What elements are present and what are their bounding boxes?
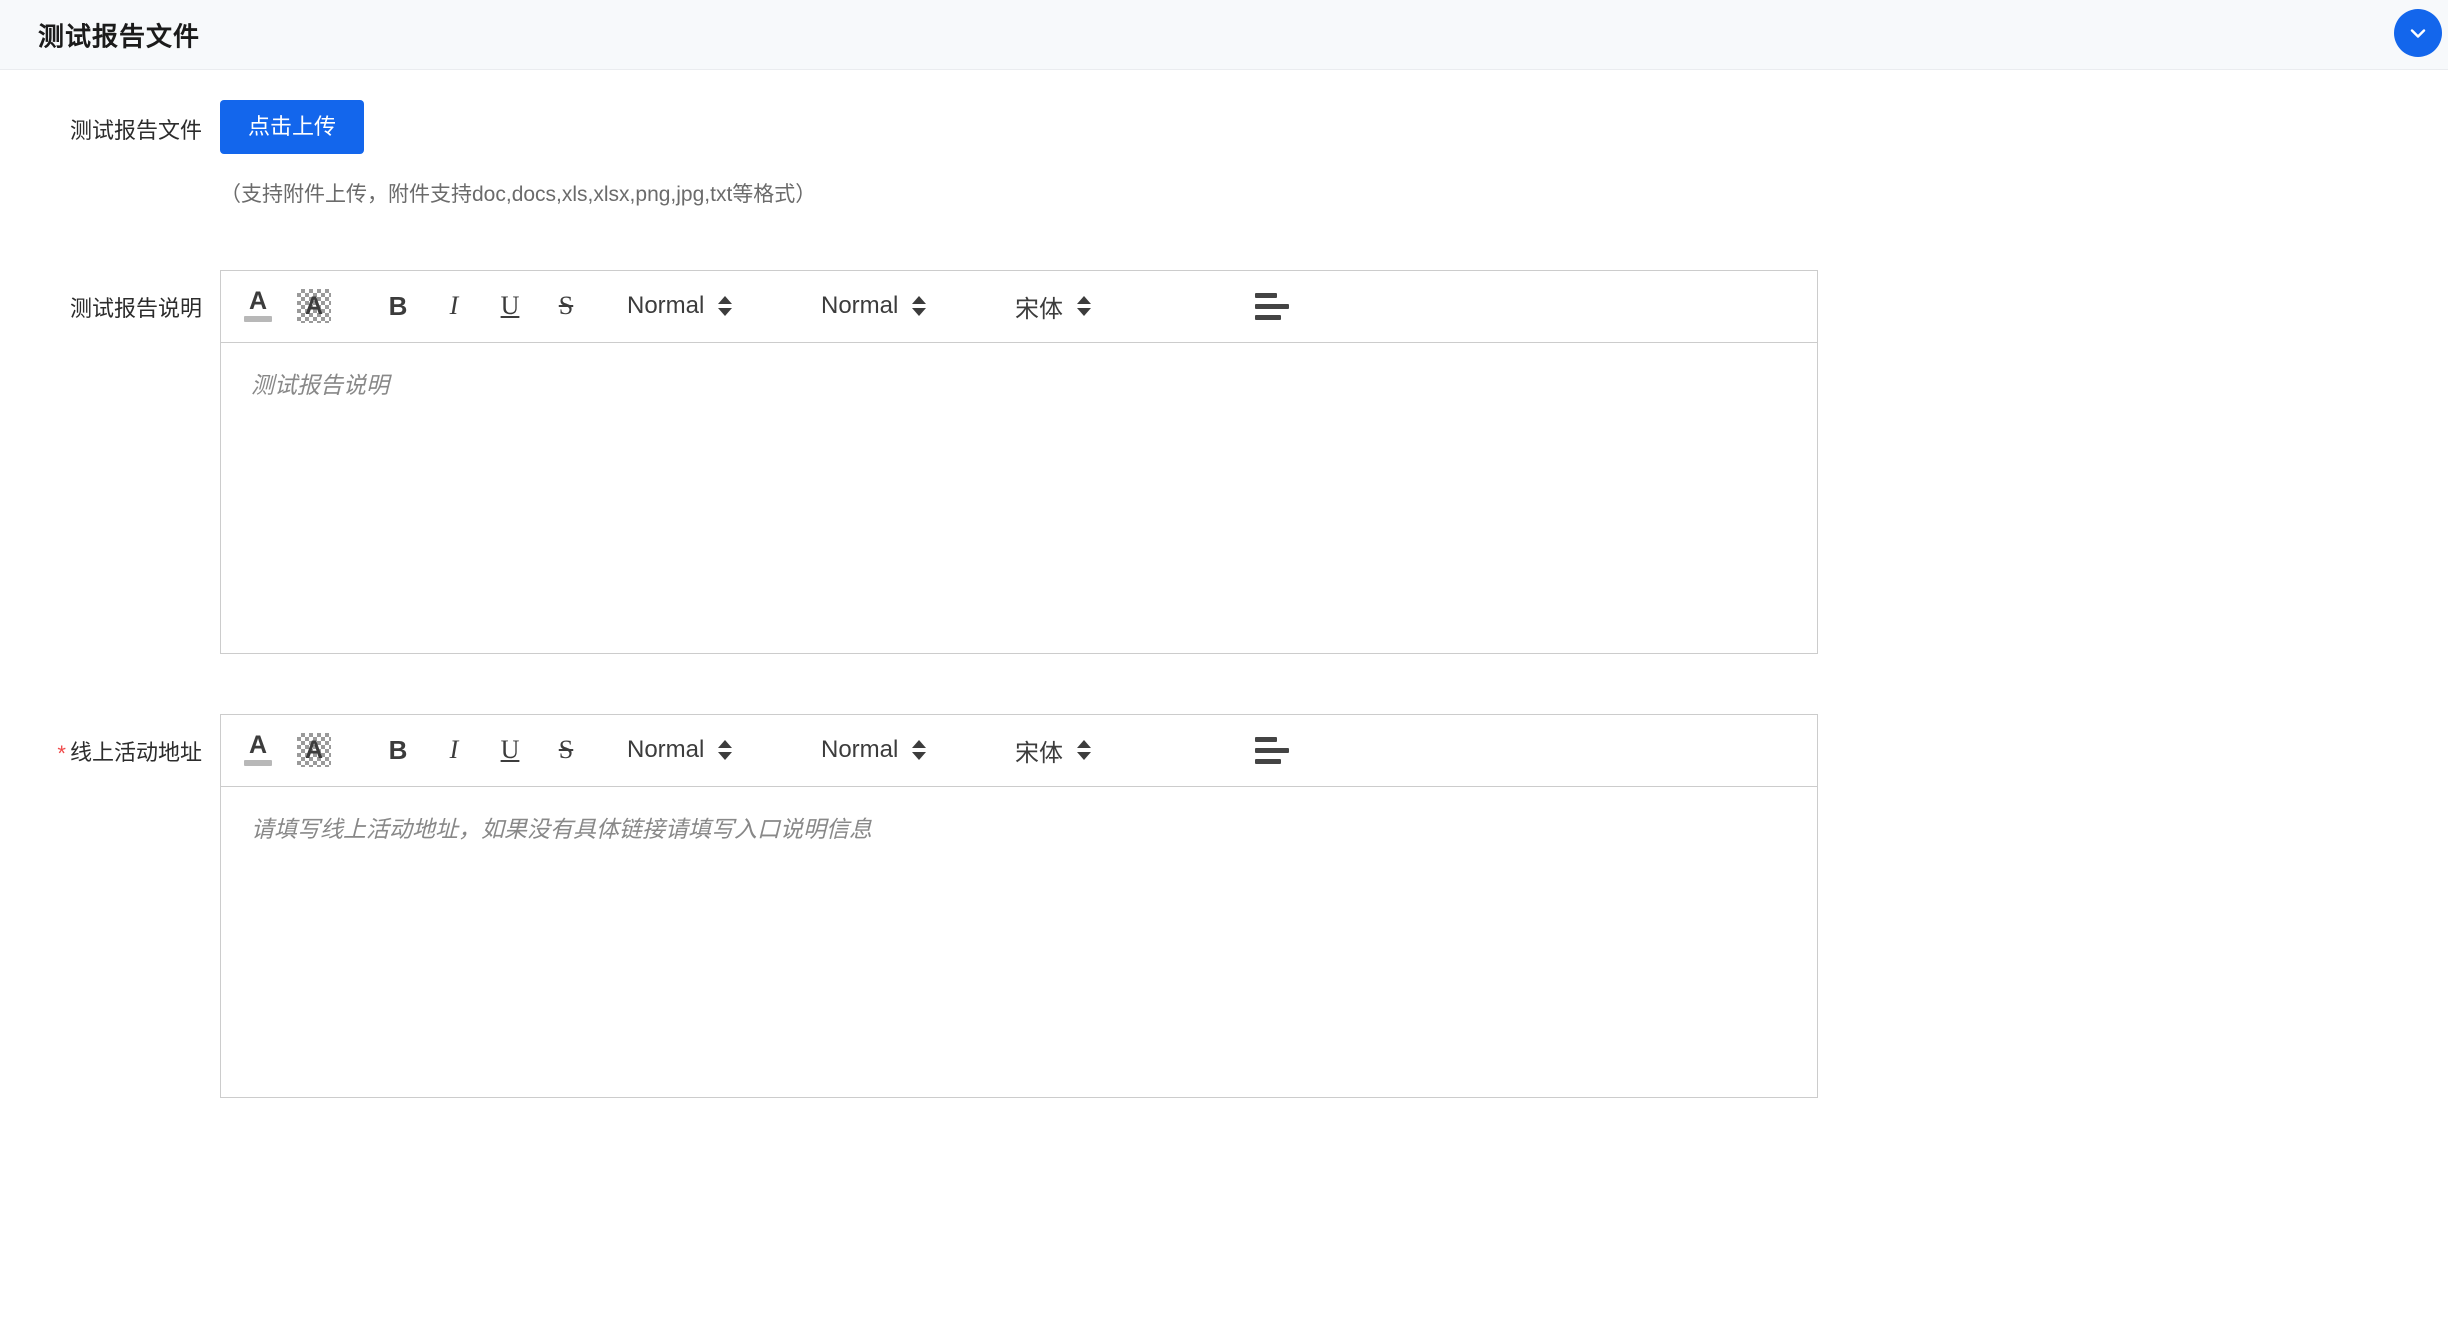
updown-chevron-icon bbox=[912, 740, 927, 761]
upload-field-label-text: 测试报告文件 bbox=[69, 118, 202, 143]
header-style-value: Normal bbox=[627, 292, 705, 320]
updown-chevron-icon bbox=[912, 296, 927, 317]
strikethrough-label: S bbox=[558, 735, 574, 765]
header-style-select[interactable]: Normal bbox=[627, 283, 783, 329]
background-color-button[interactable]: A bbox=[291, 283, 337, 329]
page-title: 测试报告文件 bbox=[38, 21, 201, 51]
upload-button[interactable]: 点击上传 bbox=[220, 100, 365, 155]
panel-header: 测试报告文件 bbox=[0, 0, 2448, 70]
test-report-description-label: 测试报告说明 bbox=[0, 270, 220, 325]
underline-label: U bbox=[500, 735, 520, 765]
editor-placeholder-url: 请填写线上活动地址，如果没有具体链接请填写入口说明信息 bbox=[251, 815, 872, 842]
font-size-select[interactable]: Normal bbox=[821, 283, 977, 329]
font-family-value: 宋体 bbox=[1015, 295, 1063, 323]
font-family-select[interactable]: 宋体 bbox=[1015, 727, 1211, 773]
header-style-value: Normal bbox=[627, 736, 705, 764]
editor-toolbar-url: A A B I U S Normal Normal 宋体 bbox=[221, 715, 1817, 787]
background-color-icon: A bbox=[297, 733, 331, 768]
editor-placeholder-description: 测试报告说明 bbox=[251, 371, 389, 398]
font-color-icon: A bbox=[241, 288, 275, 324]
italic-label: I bbox=[449, 291, 459, 321]
background-color-glyph: A bbox=[304, 735, 324, 764]
bold-button[interactable]: B bbox=[375, 727, 421, 773]
bold-button[interactable]: B bbox=[375, 283, 421, 329]
updown-chevron-icon bbox=[1077, 740, 1091, 761]
form-row-online-activity-url: * 线上活动地址 A A B I U S Normal Normal 宋体 请填… bbox=[0, 713, 2448, 1098]
online-activity-url-label: * 线上活动地址 bbox=[0, 714, 220, 769]
background-color-icon: A bbox=[297, 289, 331, 324]
font-size-value: Normal bbox=[821, 292, 899, 320]
upload-field-label: 测试报告文件 bbox=[0, 100, 220, 147]
font-size-select[interactable]: Normal bbox=[821, 727, 977, 773]
font-family-select[interactable]: 宋体 bbox=[1015, 283, 1211, 329]
online-activity-url-control: A A B I U S Normal Normal 宋体 请填写线上活动地址，如… bbox=[220, 713, 2448, 1098]
italic-label: I bbox=[449, 735, 459, 765]
underline-label: U bbox=[500, 291, 520, 321]
bold-label: B bbox=[388, 735, 408, 766]
upload-field-control: 点击上传 （支持附件上传，附件支持doc,docs,xls,xlsx,png,j… bbox=[220, 100, 2448, 210]
font-color-button[interactable]: A bbox=[235, 283, 281, 329]
background-color-glyph: A bbox=[304, 291, 324, 320]
collapse-panel-button[interactable] bbox=[2394, 9, 2442, 57]
form-row-upload: 测试报告文件 点击上传 （支持附件上传，附件支持doc,docs,xls,xls… bbox=[0, 100, 2448, 210]
form-row-test-report-description: 测试报告说明 A A B I U S Normal Normal 宋体 测试报告… bbox=[0, 269, 2448, 654]
background-color-button[interactable]: A bbox=[291, 727, 337, 773]
required-asterisk: * bbox=[57, 740, 66, 766]
chevron-down-icon bbox=[2406, 21, 2430, 45]
editor-content-url[interactable]: 请填写线上活动地址，如果没有具体链接请填写入口说明信息 bbox=[221, 787, 1817, 1097]
updown-chevron-icon bbox=[718, 296, 733, 317]
underline-button[interactable]: U bbox=[487, 283, 533, 329]
test-report-description-label-text: 测试报告说明 bbox=[69, 295, 202, 321]
updown-chevron-icon bbox=[718, 740, 733, 761]
strikethrough-button[interactable]: S bbox=[543, 727, 589, 773]
rich-text-editor-description[interactable]: A A B I U S Normal Normal 宋体 测试报告说明 bbox=[220, 269, 1818, 654]
underline-button[interactable]: U bbox=[487, 727, 533, 773]
editor-toolbar-description: A A B I U S Normal Normal 宋体 bbox=[221, 271, 1817, 343]
align-button[interactable] bbox=[1249, 283, 1295, 329]
upload-hint-text: （支持附件上传，附件支持doc,docs,xls,xlsx,png,jpg,tx… bbox=[220, 183, 817, 207]
online-activity-url-label-text: 线上活动地址 bbox=[69, 739, 202, 765]
italic-button[interactable]: I bbox=[431, 727, 477, 773]
align-left-icon bbox=[1255, 292, 1289, 320]
strikethrough-label: S bbox=[558, 291, 574, 321]
updown-chevron-icon bbox=[1077, 296, 1091, 317]
font-color-button[interactable]: A bbox=[235, 727, 281, 773]
italic-button[interactable]: I bbox=[431, 283, 477, 329]
font-color-glyph: A bbox=[248, 287, 268, 316]
rich-text-editor-url[interactable]: A A B I U S Normal Normal 宋体 请填写线上活动地址，如… bbox=[220, 713, 1818, 1098]
test-report-description-control: A A B I U S Normal Normal 宋体 测试报告说明 bbox=[220, 269, 2448, 654]
font-color-swatch bbox=[244, 316, 272, 323]
header-style-select[interactable]: Normal bbox=[627, 727, 783, 773]
font-family-value: 宋体 bbox=[1015, 739, 1063, 767]
align-left-icon bbox=[1255, 736, 1289, 764]
form-body: 测试报告文件 点击上传 （支持附件上传，附件支持doc,docs,xls,xls… bbox=[0, 70, 2448, 1098]
font-color-icon: A bbox=[241, 732, 275, 768]
font-size-value: Normal bbox=[821, 736, 899, 764]
font-color-glyph: A bbox=[248, 731, 268, 760]
font-color-swatch bbox=[244, 760, 272, 767]
strikethrough-button[interactable]: S bbox=[543, 283, 589, 329]
bold-label: B bbox=[388, 291, 408, 322]
editor-content-description[interactable]: 测试报告说明 bbox=[221, 343, 1817, 653]
align-button[interactable] bbox=[1249, 727, 1295, 773]
